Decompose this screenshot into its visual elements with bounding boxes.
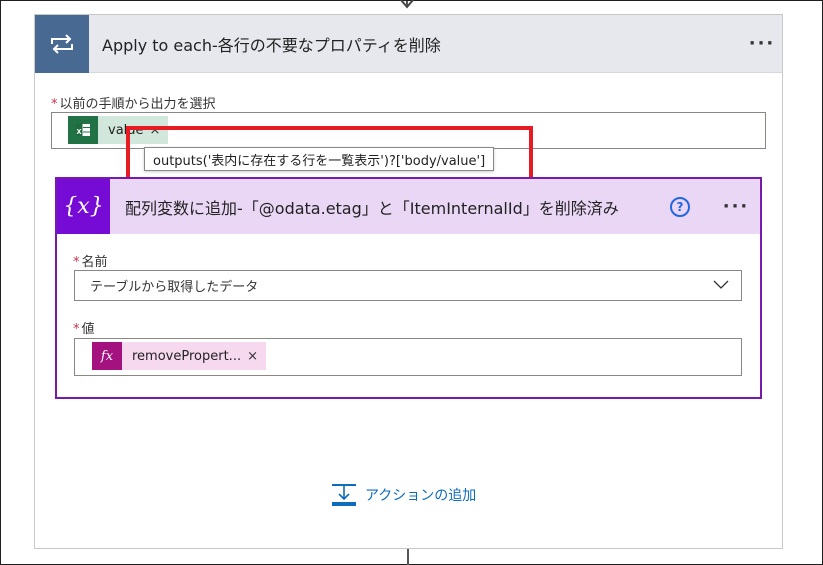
chevron-down-icon [713, 280, 729, 289]
add-action-icon [332, 484, 356, 506]
append-to-array-title[interactable]: 配列変数に追加-「@odata.etag」と「ItemInternalId」を削… [125, 195, 670, 219]
append-to-array-more-button[interactable]: ··· [712, 196, 760, 217]
expression-token-label: removePropert... [132, 348, 242, 364]
add-action-label: アクションの追加 [365, 488, 477, 504]
apply-to-each-title[interactable]: Apply to each-各行の不要なプロパティを削除 [102, 32, 742, 56]
excel-icon: x [68, 116, 98, 144]
expression-token[interactable]: fx removePropert... × [92, 342, 266, 370]
expression-token-remove-icon[interactable]: × [247, 349, 266, 364]
apply-to-each-header[interactable]: Apply to each-各行の不要なプロパティを削除 ··· [35, 14, 782, 73]
arrow-down-icon [400, 0, 414, 9]
loop-icon [35, 14, 89, 73]
apply-to-each-more-button[interactable]: ··· [742, 33, 782, 54]
variable-icon: {x} [57, 179, 110, 234]
fx-icon: fx [92, 342, 122, 370]
flow-connector-bottom [407, 549, 409, 565]
value-label: * 値 [73, 322, 95, 337]
name-label: * 名前 [73, 255, 108, 270]
svg-text:x: x [77, 126, 82, 136]
append-to-array-header[interactable]: {x} 配列変数に追加-「@odata.etag」と「ItemInternalI… [57, 179, 760, 234]
name-dropdown[interactable]: テーブルから取得したデータ [74, 270, 742, 301]
help-icon[interactable]: ? [670, 196, 690, 217]
name-dropdown-value: テーブルから取得したデータ [90, 280, 259, 295]
select-output-label: * 以前の手順から出力を選択 [51, 97, 216, 112]
add-action-button[interactable]: アクションの追加 [331, 483, 476, 507]
